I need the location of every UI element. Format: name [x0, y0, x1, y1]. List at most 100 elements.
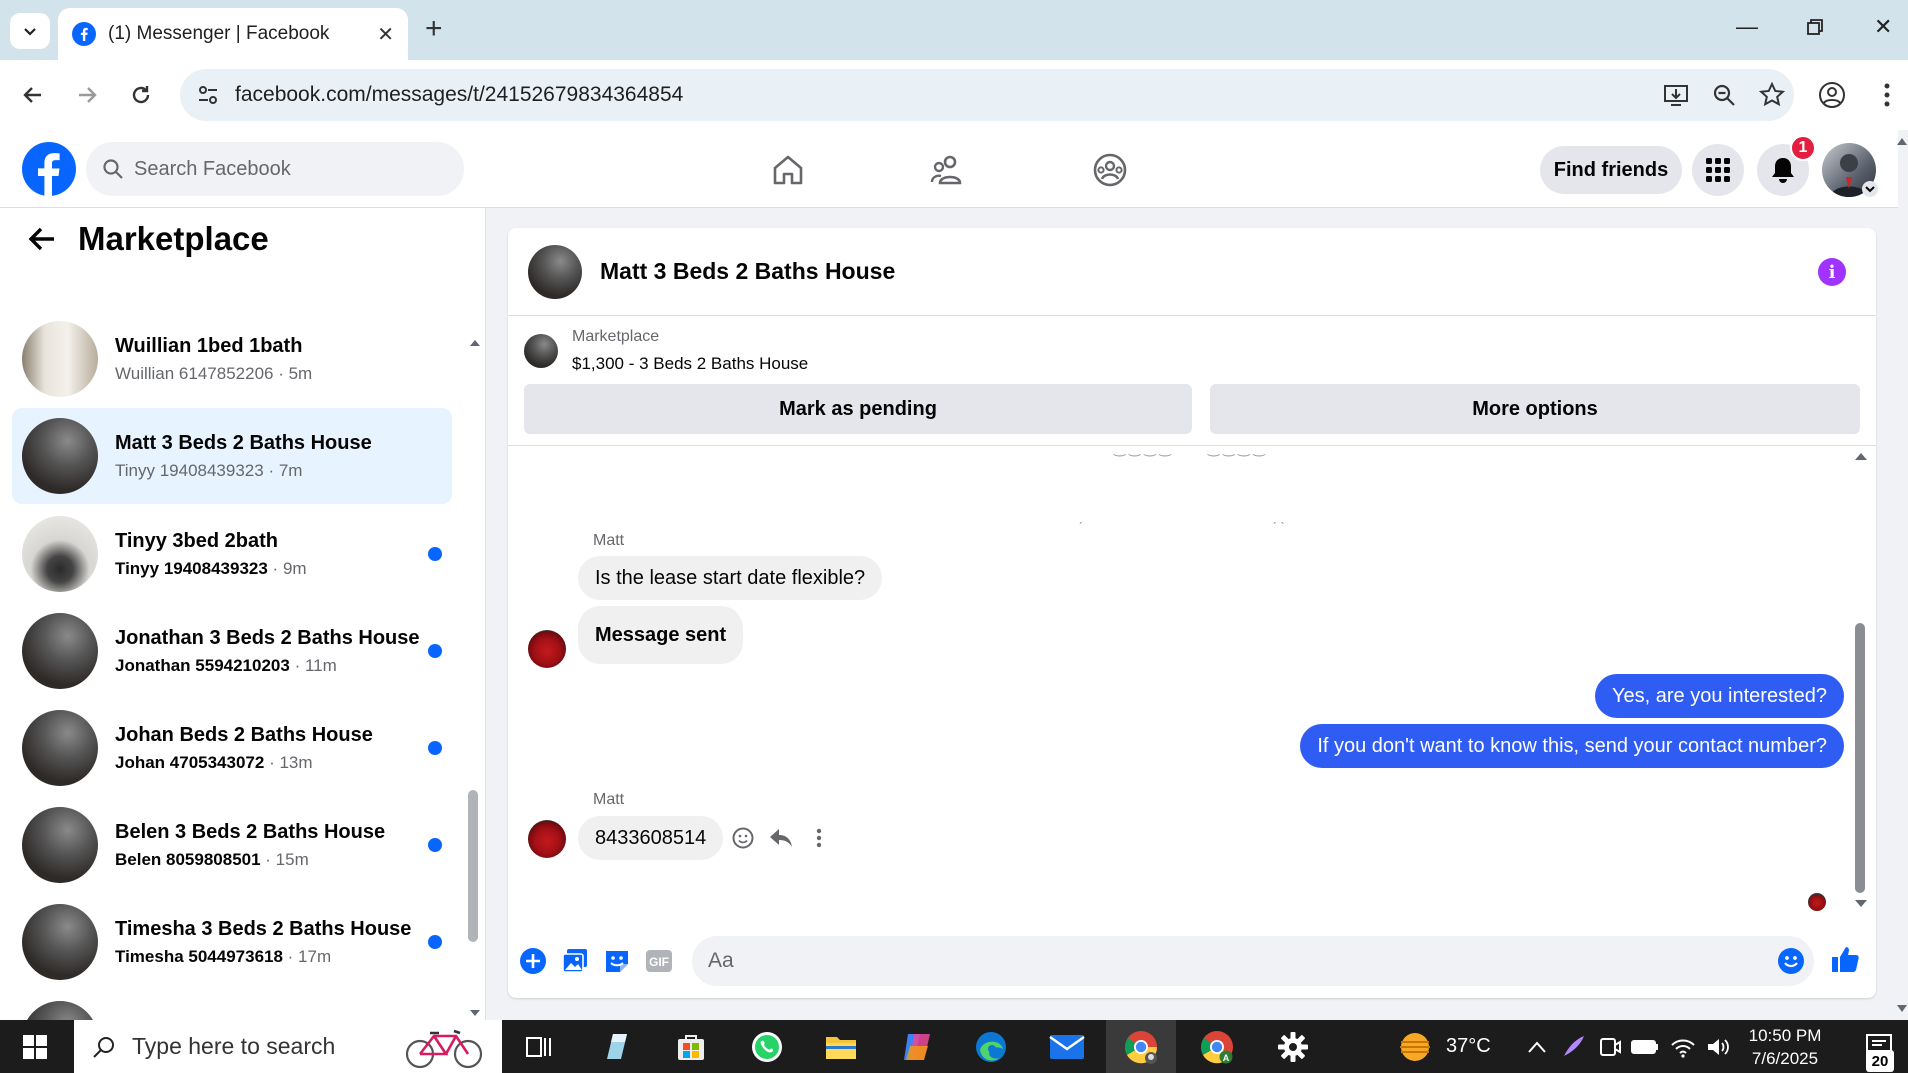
facebook-search-input[interactable]: Search Facebook: [86, 142, 464, 196]
tray-chevron-up-icon[interactable]: [1518, 1028, 1556, 1066]
chat-title[interactable]: Matt 3 Beds 2 Baths House: [600, 258, 895, 285]
windows-start-icon[interactable]: [16, 1028, 54, 1066]
tab-search-button[interactable]: [10, 13, 50, 49]
browser-tab-bar: (1) Messenger | Facebook ✕ + — ✕: [0, 0, 1908, 60]
mail-icon[interactable]: [1048, 1028, 1086, 1066]
listing-price[interactable]: $1,300 - 3 Beds 2 Baths House: [572, 354, 808, 374]
browser-menu-icon[interactable]: [1870, 78, 1904, 112]
conversation-avatar: [22, 710, 98, 786]
sender-avatar[interactable]: [528, 630, 566, 668]
sidebar-scroll-thumb[interactable]: [468, 790, 478, 942]
conversation-time: 5m: [288, 363, 313, 383]
conversation-item[interactable]: Johan Beds 2 Baths House Johan 4705343072…: [12, 700, 452, 796]
bookmark-star-icon[interactable]: [1758, 81, 1786, 109]
battery-icon[interactable]: [1626, 1028, 1664, 1066]
sticker-icon[interactable]: [602, 946, 632, 976]
conversation-item[interactable]: Wuillian 1bed 1bath Wuillian 6147852206 ·…: [12, 311, 452, 407]
like-thumb-icon[interactable]: [1830, 944, 1860, 974]
microsoft-store-icon[interactable]: [672, 1028, 710, 1066]
listing-thumbnail[interactable]: [524, 334, 558, 368]
meet-now-icon[interactable]: [1590, 1028, 1628, 1066]
weather-icon[interactable]: [1396, 1028, 1434, 1066]
copilot-icon[interactable]: [898, 1028, 936, 1066]
close-window-icon[interactable]: ✕: [1874, 14, 1892, 40]
chat-scroll-up-icon[interactable]: [1854, 450, 1868, 462]
cut-off-content: ˏ: [1078, 508, 1083, 524]
nav-friends-icon[interactable]: [928, 150, 968, 190]
message-bubble-incoming[interactable]: Is the lease start date flexible?: [578, 556, 883, 600]
restore-icon[interactable]: [1806, 16, 1824, 42]
chat-scroll-thumb[interactable]: [1855, 623, 1865, 893]
chat-avatar[interactable]: [528, 244, 582, 299]
settings-gear-icon[interactable]: [1274, 1028, 1312, 1066]
reload-icon[interactable]: [124, 78, 158, 112]
conversation-item[interactable]: Timesha 3 Beds 2 Baths House Timesha 5044…: [12, 894, 452, 990]
address-bar[interactable]: facebook.com/messages/t/2415267983436485…: [180, 69, 1794, 121]
emoji-icon[interactable]: [1776, 946, 1806, 976]
conversation-item[interactable]: Matt 3 Beds 2 Baths House Tinyy 194084393…: [12, 408, 452, 504]
whatsapp-icon[interactable]: [748, 1028, 786, 1066]
react-emoji-icon[interactable]: [730, 825, 756, 851]
conversation-avatar: [22, 321, 98, 397]
taskbar-search-input[interactable]: Type here to search: [74, 1020, 502, 1073]
file-explorer-icon[interactable]: [822, 1028, 860, 1066]
more-actions-plus-icon[interactable]: [518, 946, 548, 976]
zoom-icon[interactable]: [1710, 81, 1738, 109]
conversation-item[interactable]: Fred 3 Beds 2 Baths House: [12, 991, 452, 1020]
conversation-item[interactable]: Jonathan 3 Beds 2 Baths House Jonathan 55…: [12, 603, 452, 699]
volume-icon[interactable]: [1700, 1028, 1738, 1066]
sender-avatar[interactable]: [528, 820, 566, 858]
svg-text:A: A: [1223, 1053, 1230, 1063]
conversation-text: Wuillian 1bed 1bath Wuillian 6147852206 ·…: [115, 333, 452, 386]
attach-photo-icon[interactable]: [560, 946, 590, 976]
facebook-logo-icon[interactable]: [22, 142, 76, 196]
message-bubble-incoming[interactable]: 8433608514: [578, 816, 724, 860]
weather-temperature[interactable]: 37°C: [1446, 1035, 1491, 1058]
task-view-icon[interactable]: [520, 1028, 558, 1066]
chat-header: Matt 3 Beds 2 Baths House i: [508, 228, 1876, 316]
chrome-profile-icon[interactable]: A: [1198, 1028, 1236, 1066]
conversation-item[interactable]: Tinyy 3bed 2bath Tinyy 19408439323 · 9m: [12, 506, 452, 602]
page-scroll-up-icon[interactable]: [1896, 136, 1908, 146]
conversation-text: Tinyy 3bed 2bath Tinyy 19408439323 · 9m: [115, 528, 428, 581]
pen-icon[interactable]: [1554, 1028, 1592, 1066]
account-chevron-icon[interactable]: [1862, 181, 1878, 197]
back-arrow-icon[interactable]: [28, 226, 56, 252]
message-bubble-outgoing[interactable]: If you don't want to know this, send you…: [1300, 724, 1844, 768]
url-text[interactable]: facebook.com/messages/t/2415267983436485…: [235, 83, 683, 107]
more-actions-icon[interactable]: [806, 825, 832, 851]
browser-tab-messenger[interactable]: (1) Messenger | Facebook ✕: [58, 8, 408, 60]
chrome-icon[interactable]: [1122, 1028, 1160, 1066]
back-icon[interactable]: [16, 78, 50, 112]
message-bubble-outgoing[interactable]: Yes, are you interested?: [1595, 674, 1844, 718]
cut-off-content: ˏ ˎ: [1272, 508, 1286, 524]
chevron-down-icon: [24, 28, 36, 36]
mark-as-pending-button[interactable]: Mark as pending: [524, 384, 1192, 434]
profile-account-icon[interactable]: [1815, 78, 1849, 112]
find-friends-button[interactable]: Find friends: [1540, 146, 1682, 194]
edge-icon[interactable]: [972, 1028, 1010, 1066]
conversation-sender: Jonathan 5594210203: [115, 655, 290, 675]
message-input[interactable]: Aa: [692, 936, 1814, 986]
taskbar-clock[interactable]: 10:50 PM 7/6/2025: [1740, 1024, 1830, 1070]
site-settings-icon[interactable]: [196, 83, 220, 107]
gif-icon[interactable]: GIF: [644, 946, 674, 976]
reply-icon[interactable]: [768, 825, 794, 851]
facebook-favicon-icon: [72, 22, 96, 46]
new-tab-icon[interactable]: +: [425, 14, 443, 44]
chat-scroll-down-icon[interactable]: [1854, 898, 1868, 910]
forward-icon[interactable]: [70, 78, 104, 112]
wifi-icon[interactable]: [1664, 1028, 1702, 1066]
minimize-icon[interactable]: —: [1736, 14, 1758, 40]
page-scroll-down-icon[interactable]: [1896, 1004, 1908, 1014]
install-app-icon[interactable]: [1662, 81, 1690, 109]
menu-grid-button[interactable]: [1692, 144, 1744, 196]
conversation-item[interactable]: Belen 3 Beds 2 Baths House Belen 80598085…: [12, 797, 452, 893]
info-icon[interactable]: i: [1818, 258, 1846, 286]
nav-home-icon[interactable]: [768, 150, 808, 190]
tab-close-icon[interactable]: ✕: [377, 22, 394, 47]
app-icon[interactable]: [598, 1028, 636, 1066]
nav-groups-icon[interactable]: [1090, 150, 1130, 190]
message-bubble-incoming[interactable]: Message sent: [578, 606, 744, 664]
more-options-button[interactable]: More options: [1210, 384, 1860, 434]
